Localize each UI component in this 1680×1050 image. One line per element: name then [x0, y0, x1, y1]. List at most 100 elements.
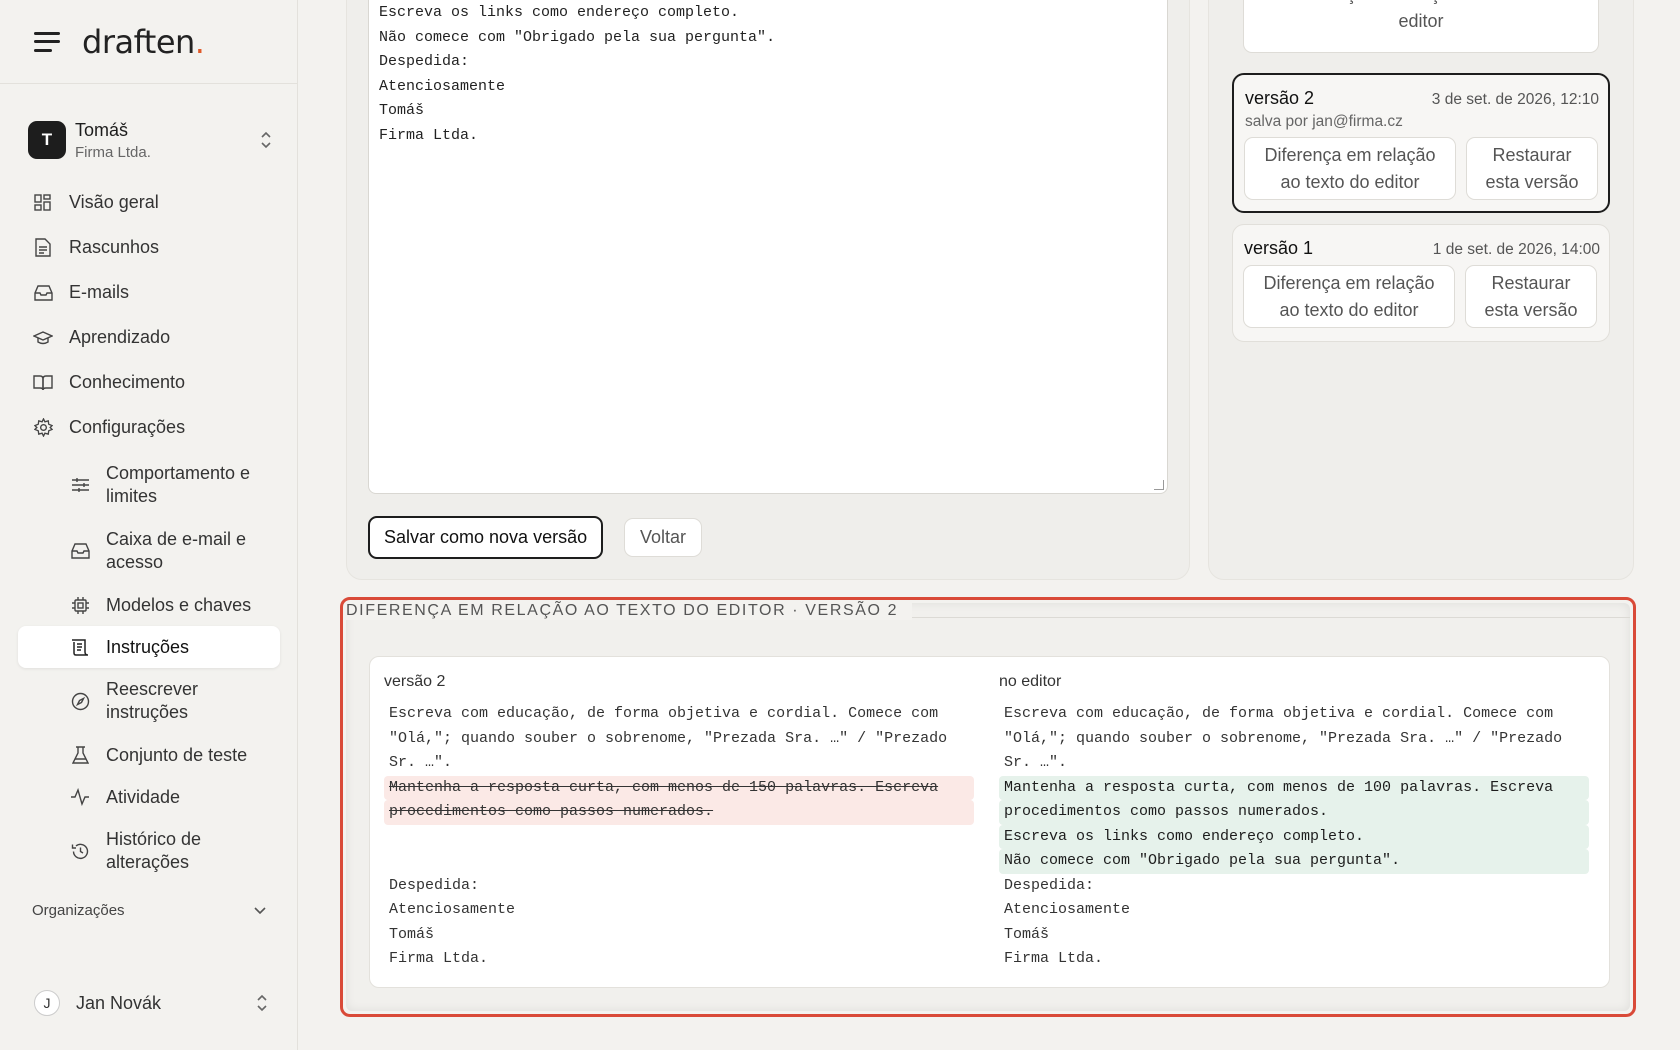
- version-date: 1 de set. de 2026, 14:00: [1432, 241, 1600, 258]
- hamburger-menu-icon[interactable]: [34, 31, 60, 52]
- nav-label: Visão geral: [69, 192, 159, 212]
- diff-line: Sr. …".: [1004, 754, 1068, 771]
- diff-left-label: versão 2: [384, 673, 446, 690]
- organizations-toggle[interactable]: Organizações: [32, 902, 266, 919]
- avatar: J: [34, 990, 60, 1016]
- restore-version-button[interactable]: Restaurar esta versão: [1465, 265, 1597, 328]
- nav-item-models-keys[interactable]: Modelos e chaves: [18, 584, 280, 626]
- compass-icon: [70, 691, 90, 711]
- version-date: 3 de set. de 2026, 12:10: [1431, 91, 1599, 108]
- nav-item-test-set[interactable]: Conjunto de teste: [18, 734, 280, 776]
- nav-item-change-history[interactable]: Histórico de alterações: [18, 818, 280, 884]
- editor-line: Tomáš: [379, 102, 425, 119]
- nav-item-emails[interactable]: E-mails: [18, 270, 280, 315]
- version-saved-by: salva por jan@firma.cz: [1245, 113, 1403, 130]
- diff-line-removed: Mantenha a resposta curta, com menos de …: [384, 775, 974, 800]
- chevron-up-down-icon: [256, 994, 268, 1012]
- editor-line: Atenciosamente: [379, 77, 506, 95]
- sliders-icon: [70, 475, 90, 495]
- main-nav: Visão geral Rascunhos E-mails Aprendizad…: [18, 180, 280, 884]
- nav-item-settings[interactable]: Configurações: [18, 405, 280, 450]
- nav-label: Rascunhos: [69, 237, 160, 257]
- nav-label: E-mails: [69, 282, 130, 302]
- nav-label: Histórico de alterações: [106, 829, 202, 872]
- inbox-icon: [70, 541, 90, 561]
- brand-header: draften.: [0, 0, 297, 84]
- diff-line-added: Escreva os links como endereço completo.: [999, 824, 1589, 849]
- nav-label: Conjunto de teste: [106, 744, 248, 765]
- chevron-up-down-icon: [260, 131, 272, 149]
- diff-line: "Olá,"; quando souber o sobrenome, "Prez…: [389, 729, 948, 747]
- diff-line-added: Não comece com "Obrigado pela sua pergun…: [999, 849, 1589, 874]
- org-name: Tomáš: [75, 119, 129, 140]
- version-name: versão 1: [1244, 238, 1314, 258]
- editor-line: Firma Ltda.: [379, 126, 479, 144]
- diff-line: Atenciosamente: [389, 901, 516, 918]
- nav-label: Reescrever instruções: [106, 679, 199, 722]
- diff-line-removed: procedimentos como passos numerados.: [384, 800, 974, 825]
- diff-line: Despedida:: [1004, 876, 1095, 894]
- diff-line: Sr. …".: [389, 754, 453, 771]
- nav-label: Instruções: [106, 636, 190, 657]
- document-icon: [33, 238, 53, 258]
- org-avatar: T: [28, 121, 66, 159]
- version-item: versão 1 1 de set. de 2026, 14:00 Difere…: [1232, 224, 1610, 342]
- nav-item-learning[interactable]: Aprendizado: [18, 315, 280, 360]
- diff-line: Escreva com educação, de forma objetiva …: [389, 705, 939, 722]
- nav-item-behavior-limits[interactable]: Comportamento e limites: [18, 452, 280, 518]
- editor-line: Escreva os links como endereço completo.: [379, 4, 740, 21]
- diff-line: Firma Ltda.: [1004, 950, 1104, 967]
- gear-icon: [33, 418, 53, 438]
- nav-label: Atividade: [106, 786, 181, 807]
- diff-line: Tomáš: [389, 925, 435, 943]
- save-new-version-button[interactable]: Salvar como nova versão: [368, 516, 604, 559]
- nav-item-overview[interactable]: Visão geral: [18, 180, 280, 225]
- diff-line-added: procedimentos como passos numerados.: [999, 800, 1589, 825]
- book-icon: [33, 373, 53, 393]
- version-item: versão 2 3 de set. de 2026, 12:10 salva …: [1232, 73, 1610, 213]
- inbox-icon: [33, 283, 53, 303]
- org-switcher[interactable]: T Tomáš Firma Ltda.: [28, 115, 272, 165]
- logo: draften.: [82, 22, 205, 61]
- diff-line: Atenciosamente: [1004, 901, 1131, 918]
- nav-label: Configurações: [69, 417, 186, 437]
- user-name: Jan Novák: [76, 992, 162, 1013]
- nav-item-activity[interactable]: Atividade: [18, 776, 280, 818]
- user-menu[interactable]: J Jan Novák: [34, 990, 268, 1016]
- restore-version-button[interactable]: Restaurar esta versão: [1466, 137, 1598, 200]
- nav-label: Comportamento e limites: [106, 463, 251, 506]
- back-button[interactable]: Voltar: [624, 518, 703, 557]
- diff-line: Despedida:: [389, 876, 480, 894]
- grid-icon: [33, 193, 53, 213]
- nav-label: Caixa de e-mail e acesso: [106, 529, 247, 572]
- org-company: Firma Ltda.: [75, 143, 151, 161]
- diff-column-right: no editor Escreva com educação, de forma…: [999, 657, 1589, 972]
- scroll-icon: [70, 637, 90, 657]
- diff-with-editor-button[interactable]: Diferença em relação ao texto do editor: [1243, 265, 1455, 328]
- diff-column-left: versão 2 Escreva com educação, de forma …: [384, 657, 974, 972]
- instructions-editor[interactable]: Escreva os links como endereço completo.…: [368, 0, 1168, 494]
- chevron-down-icon: [254, 902, 266, 919]
- nav-item-mailbox-access[interactable]: Caixa de e-mail e acesso: [18, 518, 280, 584]
- flask-icon: [70, 745, 90, 765]
- nav-item-instructions[interactable]: Instruções: [18, 626, 280, 668]
- diff-view: versão 2 Escreva com educação, de forma …: [369, 656, 1610, 988]
- diff-with-editor-button[interactable]: Diferença em relação ao texto do editor: [1243, 0, 1599, 53]
- diff-line: "Olá,"; quando souber o sobrenome, "Prez…: [1004, 729, 1563, 747]
- nav-label: Modelos e chaves: [106, 594, 252, 615]
- nav-label: Conhecimento: [69, 372, 186, 392]
- diff-right-label: no editor: [999, 673, 1062, 690]
- diff-with-editor-button[interactable]: Diferença em relação ao texto do editor: [1244, 137, 1456, 200]
- diff-line: Tomáš: [1004, 925, 1050, 943]
- chip-icon: [70, 595, 90, 615]
- activity-icon: [70, 787, 90, 807]
- nav-item-knowledge[interactable]: Conhecimento: [18, 360, 280, 405]
- resize-handle-icon[interactable]: [1154, 480, 1164, 490]
- history-icon: [70, 841, 90, 861]
- diff-line: Escreva com educação, de forma objetiva …: [1004, 705, 1554, 722]
- nav-item-rewrite-instructions[interactable]: Reescrever instruções: [18, 668, 280, 734]
- organizations-label: Organizações: [32, 902, 125, 919]
- nav-item-drafts[interactable]: Rascunhos: [18, 225, 280, 270]
- nav-label: Aprendizado: [69, 327, 171, 347]
- diff-line-added: Mantenha a resposta curta, com menos de …: [999, 775, 1589, 800]
